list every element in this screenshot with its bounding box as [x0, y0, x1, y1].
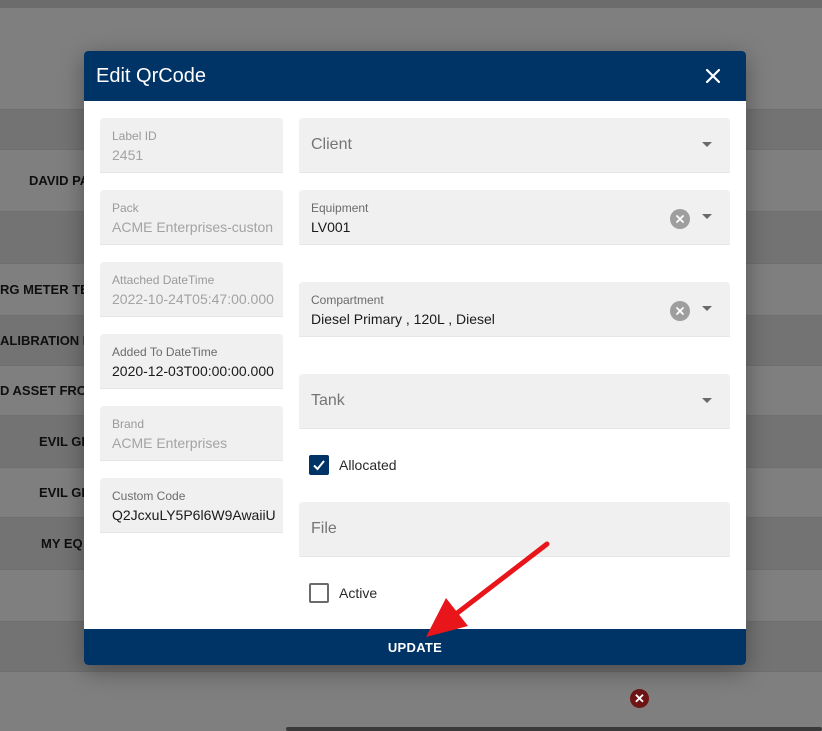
horizontal-scrollbar[interactable]	[286, 727, 822, 731]
allocated-checkbox[interactable]	[309, 455, 329, 475]
file-placeholder: File	[311, 520, 337, 537]
field-value: ACME Enterprises-custon	[112, 219, 274, 235]
field-label: Label ID	[112, 129, 157, 143]
field-label: Pack	[112, 201, 139, 215]
field-value: ACME Enterprises	[112, 435, 228, 451]
close-icon	[705, 68, 721, 84]
pack-field: Pack ACME Enterprises-custon	[100, 190, 283, 245]
row-name: EVIL GE	[39, 434, 84, 449]
field-label: Added To DateTime	[112, 345, 218, 359]
compartment-select[interactable]: Compartment Diesel Primary , 120L , Dies…	[299, 282, 730, 337]
client-placeholder: Client	[311, 136, 352, 153]
field-value: 2022-10-24T05:47:00.000	[112, 291, 274, 307]
active-checkbox-row[interactable]: Active	[309, 583, 377, 603]
close-circle-icon[interactable]: ✕	[630, 689, 649, 708]
chevron-down-icon[interactable]	[702, 214, 712, 219]
chevron-down-icon[interactable]	[702, 142, 712, 147]
field-value: 2020-12-03T00:00:00.000	[112, 363, 274, 379]
active-label: Active	[339, 585, 378, 601]
field-label: Attached DateTime	[112, 273, 215, 287]
clear-icon[interactable]	[670, 301, 690, 321]
tank-select[interactable]: Tank	[299, 374, 730, 429]
allocated-checkbox-row[interactable]: Allocated	[309, 455, 397, 475]
dialog-header: Edit QrCode	[84, 51, 746, 101]
chevron-down-icon[interactable]	[702, 398, 712, 403]
compartment-value: Diesel Primary , 120L , Diesel	[311, 311, 495, 327]
table-row[interactable]	[0, 672, 822, 731]
field-label: Brand	[112, 417, 145, 431]
row-name: DAVID PA	[29, 173, 84, 188]
equipment-label: Equipment	[311, 201, 369, 215]
equipment-value: LV001	[311, 219, 351, 235]
client-select[interactable]: Client	[299, 118, 730, 173]
attached-datetime-field: Attached DateTime 2022-10-24T05:47:00.00…	[100, 262, 283, 317]
clear-icon[interactable]	[670, 209, 690, 229]
equipment-select[interactable]: Equipment LV001	[299, 190, 730, 245]
row-name: D ASSET FRO	[0, 383, 84, 398]
field-value: Q2JcxuLY5P6l6W9AwaiiU	[112, 507, 276, 523]
chevron-down-icon[interactable]	[702, 306, 712, 311]
dialog-title: Edit QrCode	[96, 64, 207, 87]
check-icon	[313, 460, 325, 471]
tank-placeholder: Tank	[311, 392, 345, 409]
added-to-datetime-field[interactable]: Added To DateTime 2020-12-03T00:00:00.00…	[100, 334, 283, 389]
custom-code-field[interactable]: Custom Code Q2JcxuLY5P6l6W9AwaiiU	[100, 478, 283, 533]
row-name: RG METER TE	[0, 282, 84, 297]
label-id-field: Label ID 2451	[100, 118, 283, 173]
row-name: MY EQ	[41, 536, 83, 551]
background-topbar	[0, 0, 822, 8]
row-name: ALIBRATION M	[0, 333, 84, 348]
edit-qrcode-dialog: Edit QrCode Label ID 2451 Pack ACME Ente…	[84, 51, 746, 665]
brand-field: Brand ACME Enterprises	[100, 406, 283, 461]
field-value: 2451	[112, 147, 144, 163]
allocated-label: Allocated	[339, 457, 397, 473]
update-button[interactable]: UPDATE	[84, 629, 746, 665]
field-label: Custom Code	[112, 489, 186, 503]
active-checkbox[interactable]	[309, 583, 329, 603]
close-button[interactable]	[702, 65, 724, 87]
file-input[interactable]: File	[299, 502, 730, 557]
row-name: EVIL GE	[39, 485, 84, 500]
compartment-label: Compartment	[311, 293, 384, 307]
